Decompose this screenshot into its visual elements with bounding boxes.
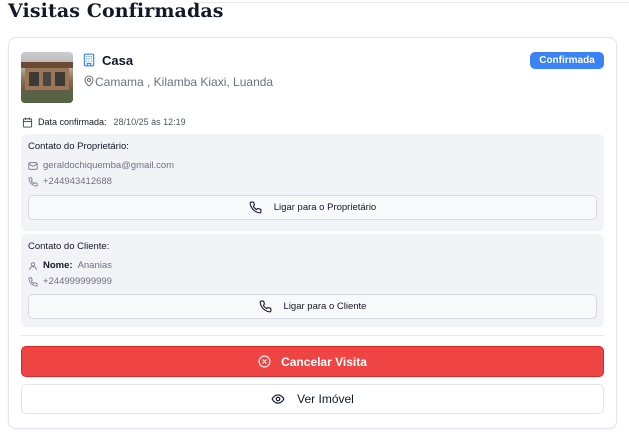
eye-icon xyxy=(271,392,285,406)
property-location: Camama , Kilamba Kiaxi, Luanda xyxy=(95,75,274,89)
property-photo[interactable] xyxy=(21,52,73,103)
client-name-row: Nome: Ananias xyxy=(28,260,112,271)
date-label: Data confirmada: xyxy=(38,117,107,127)
x-circle-icon xyxy=(258,355,271,368)
status-badge: Confirmada xyxy=(530,52,604,69)
view-property-button[interactable]: Ver Imóvel xyxy=(21,384,604,414)
user-icon xyxy=(28,261,38,271)
call-client-label: Ligar para o Cliente xyxy=(283,301,367,312)
client-name-label: Nome: xyxy=(43,260,73,271)
header-divider xyxy=(196,2,629,3)
client-phone-row: +244999999999 xyxy=(28,276,112,287)
building-icon xyxy=(82,53,96,67)
owner-phone[interactable]: +244943412688 xyxy=(43,176,112,187)
phone-icon xyxy=(259,300,272,313)
call-client-button[interactable]: Ligar para o Cliente xyxy=(28,294,597,319)
actions-divider xyxy=(21,335,604,336)
phone-icon xyxy=(28,276,38,287)
owner-phone-row: +244943412688 xyxy=(28,176,112,187)
client-name: Ananias xyxy=(77,260,112,271)
call-owner-label: Ligar para o Proprietário xyxy=(273,202,377,213)
cancel-visit-button[interactable]: Cancelar Visita xyxy=(21,346,604,377)
date-value: 28/10/25 às 12:19 xyxy=(113,117,186,127)
view-property-label: Ver Imóvel xyxy=(297,392,354,406)
cancel-visit-label: Cancelar Visita xyxy=(281,354,367,369)
property-type: Casa xyxy=(102,53,134,68)
visit-card: Casa Camama , Kilamba Kiaxi, Luanda Conf… xyxy=(8,37,617,429)
client-phone[interactable]: +244999999999 xyxy=(43,276,112,287)
phone-icon xyxy=(249,201,262,214)
phone-icon xyxy=(28,176,38,187)
mail-icon xyxy=(28,161,38,171)
calendar-icon xyxy=(22,116,33,128)
map-pin-icon xyxy=(83,75,95,87)
client-contact-title: Contato do Cliente: xyxy=(28,241,110,252)
client-contact-panel: Contato do Cliente: Nome: Ananias +24499… xyxy=(21,234,604,327)
confirmed-date-row: Data confirmada: 28/10/25 às 12:19 xyxy=(22,115,186,129)
page-title: Visitas Confirmadas xyxy=(8,0,224,22)
owner-contact-panel: Contato do Proprietário: geraldochiquemb… xyxy=(21,134,604,231)
owner-email-row: geraldochiquemba@gmail.com xyxy=(28,160,174,171)
call-owner-button[interactable]: Ligar para o Proprietário xyxy=(28,195,597,220)
owner-email[interactable]: geraldochiquemba@gmail.com xyxy=(43,160,174,171)
owner-contact-title: Contato do Proprietário: xyxy=(28,141,129,152)
